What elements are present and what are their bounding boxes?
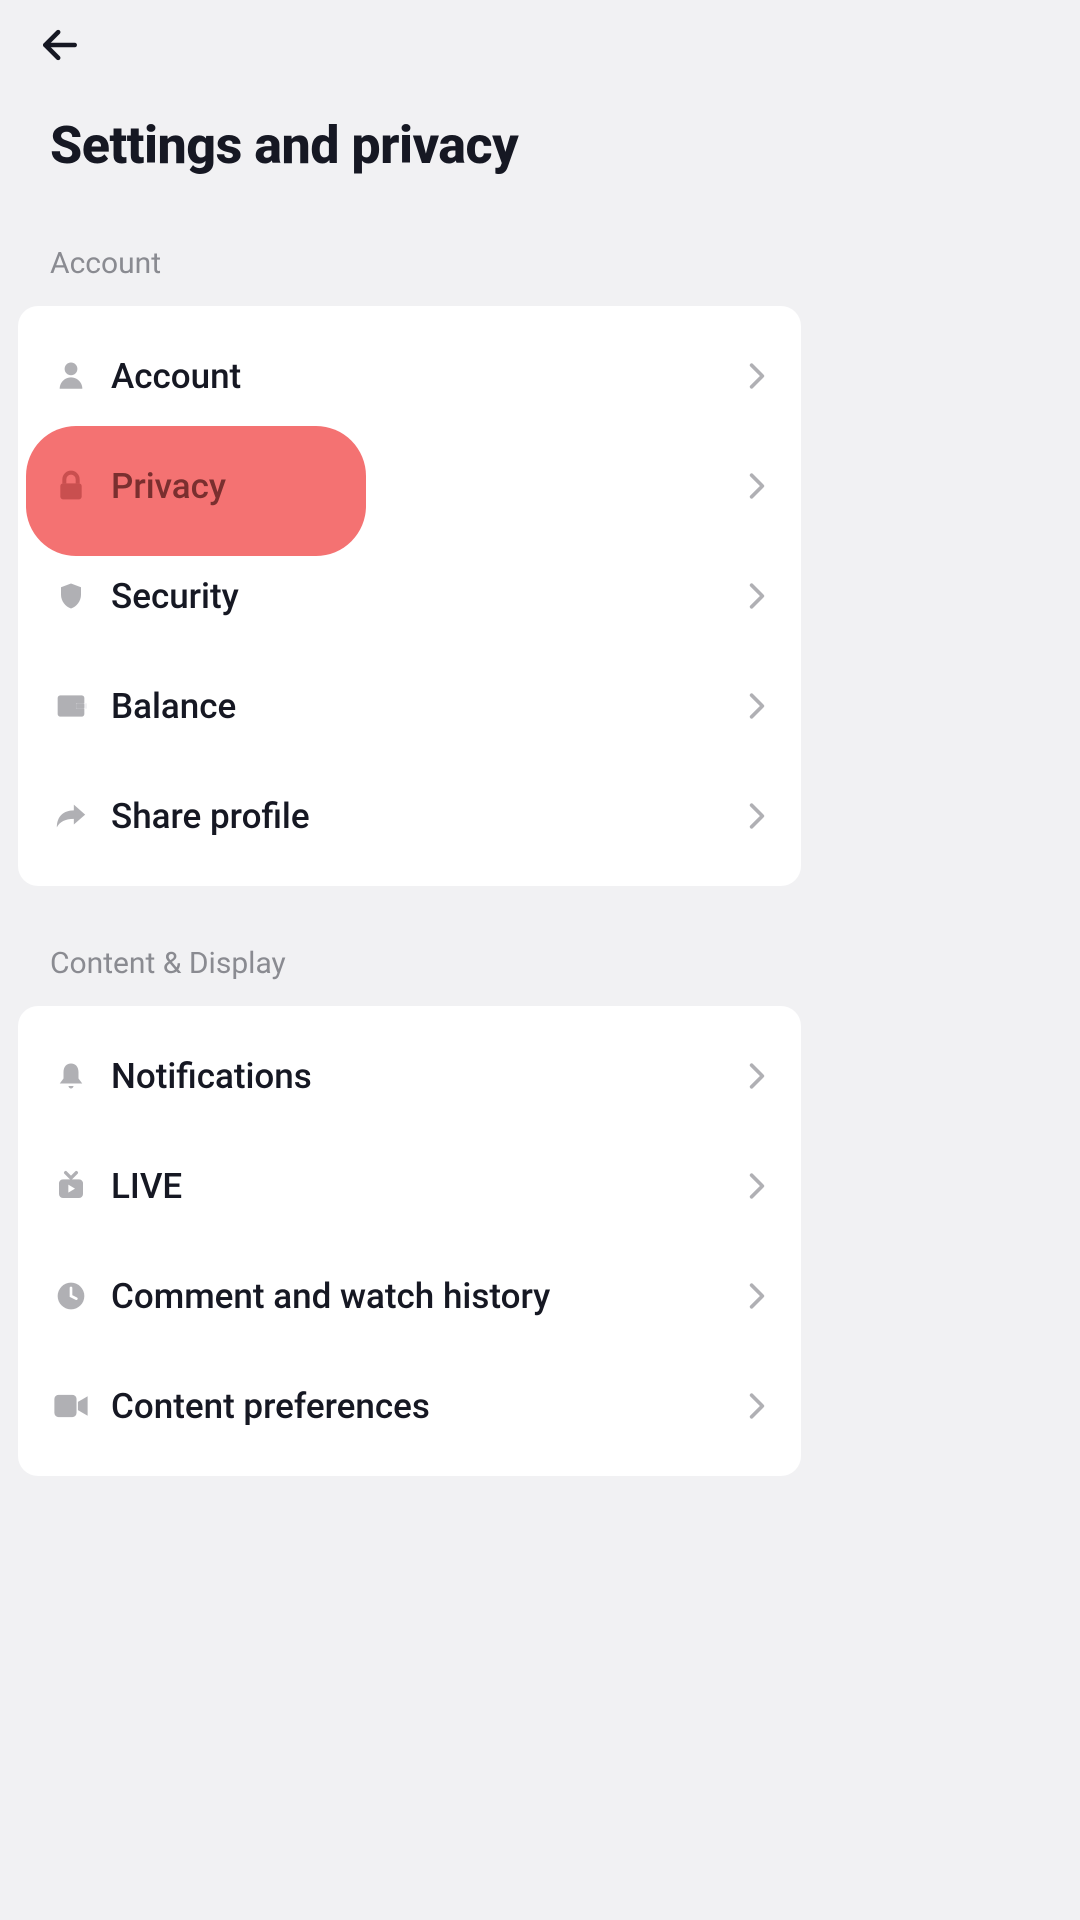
chevron-right-icon	[748, 471, 766, 501]
list-item-comment-history[interactable]: Comment and watch history	[18, 1241, 801, 1351]
list-item-balance[interactable]: Balance	[18, 651, 801, 761]
item-label: Comment and watch history	[111, 1276, 748, 1317]
chevron-right-icon	[748, 361, 766, 391]
section-header-content-display: Content & Display	[0, 946, 819, 1006]
tv-icon	[53, 1168, 89, 1204]
wallet-icon	[53, 688, 89, 724]
person-icon	[53, 358, 89, 394]
list-item-privacy[interactable]: Privacy	[18, 431, 801, 541]
section-card-account: Account Privacy Security	[18, 306, 801, 886]
chevron-right-icon	[748, 581, 766, 611]
list-item-account[interactable]: Account	[18, 321, 801, 431]
list-item-content-preferences[interactable]: Content preferences	[18, 1351, 801, 1461]
item-label: Share profile	[111, 796, 748, 837]
chevron-right-icon	[748, 691, 766, 721]
list-item-notifications[interactable]: Notifications	[18, 1021, 801, 1131]
chevron-right-icon	[748, 1391, 766, 1421]
item-label: Account	[111, 356, 748, 397]
item-label: Security	[111, 576, 748, 617]
chevron-right-icon	[748, 1061, 766, 1091]
chevron-right-icon	[748, 801, 766, 831]
share-icon	[53, 798, 89, 834]
section-header-account: Account	[0, 246, 819, 306]
chevron-right-icon	[748, 1281, 766, 1311]
clock-icon	[53, 1278, 89, 1314]
item-label: Privacy	[111, 466, 748, 507]
chevron-right-icon	[748, 1171, 766, 1201]
page-title: Settings and privacy	[0, 70, 819, 246]
list-item-share-profile[interactable]: Share profile	[18, 761, 801, 871]
back-button[interactable]	[35, 20, 85, 70]
header	[0, 0, 819, 70]
item-label: LIVE	[111, 1166, 748, 1207]
list-item-security[interactable]: Security	[18, 541, 801, 651]
list-item-live[interactable]: LIVE	[18, 1131, 801, 1241]
item-label: Notifications	[111, 1056, 748, 1097]
shield-icon	[53, 578, 89, 614]
item-label: Balance	[111, 686, 748, 727]
bell-icon	[53, 1058, 89, 1094]
arrow-left-icon	[38, 23, 82, 67]
lock-icon	[53, 468, 89, 504]
section-card-content-display: Notifications LIVE	[18, 1006, 801, 1476]
video-icon	[53, 1388, 89, 1424]
item-label: Content preferences	[111, 1386, 748, 1427]
